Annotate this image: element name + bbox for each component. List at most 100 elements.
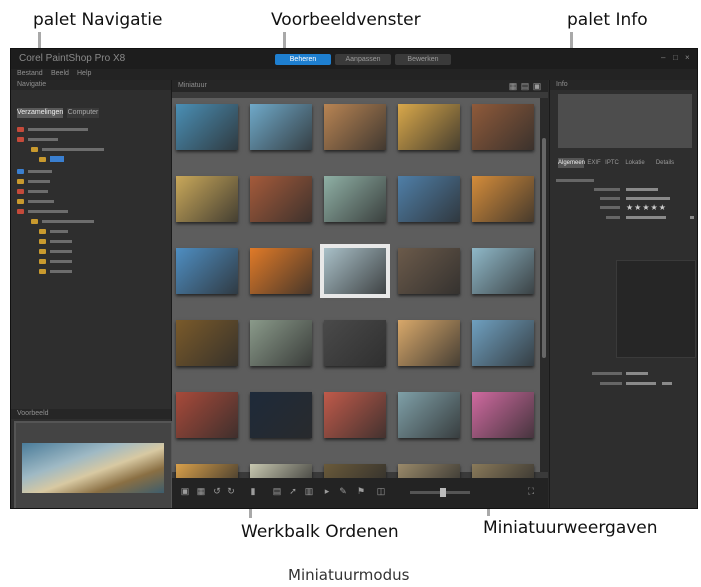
tree-item[interactable] (31, 218, 94, 226)
tree-item[interactable] (17, 126, 88, 134)
slideshow-icon[interactable]: ▸ (322, 487, 332, 496)
tree-item[interactable] (17, 198, 54, 206)
scrollbar[interactable] (540, 98, 548, 472)
tree-item[interactable] (17, 136, 58, 144)
menu-file[interactable]: Bestand (17, 70, 43, 77)
tree-item[interactable] (17, 178, 50, 186)
info-row (550, 381, 697, 387)
thumbnail[interactable] (250, 320, 312, 366)
thumbnail[interactable] (250, 392, 312, 438)
tab-collections[interactable]: Verzamelingen (17, 108, 63, 118)
thumbnail[interactable] (472, 320, 534, 366)
rating-stars[interactable]: ★★★★★ (626, 203, 667, 212)
callout-organize-toolbar: Werkbalk Ordenen (241, 522, 399, 542)
tab-manage[interactable]: Beheren (275, 54, 331, 65)
preview-window: Miniatuur ▦ ▤ ▣ ▣ ▦ ↺ ↻ ▮ ▤ ➚ ▥ ▸ ✎ ⚑ ◫ … (172, 80, 548, 508)
folder-icon (17, 136, 24, 142)
callout-navigator-palette: palet Navigatie (33, 10, 163, 30)
thumbnail[interactable] (472, 176, 534, 222)
tree-item-selected[interactable] (39, 156, 64, 164)
thumbnail[interactable] (398, 104, 460, 150)
print-icon[interactable]: ▥ (304, 487, 314, 496)
organize-toolbar: ▣ ▦ ↺ ↻ ▮ ▤ ➚ ▥ ▸ ✎ ⚑ ◫ ⛶ (172, 478, 548, 508)
folder-icon (17, 198, 24, 204)
preview-panel-header: Voorbeeld (11, 409, 171, 419)
menu-view[interactable]: Beeld (51, 70, 69, 77)
tab-computer[interactable]: Computer (67, 108, 99, 118)
info-row (550, 215, 697, 221)
thumbnail[interactable] (176, 176, 238, 222)
rotate-right-icon[interactable]: ↻ (226, 487, 236, 496)
info-caption-box[interactable] (616, 260, 696, 358)
tree-item[interactable] (39, 258, 72, 266)
maximize-icon[interactable]: □ (673, 54, 681, 62)
rotate-left-icon[interactable]: ↺ (212, 487, 222, 496)
tree-item[interactable] (17, 208, 68, 216)
delete-icon[interactable]: ▮ (248, 487, 258, 496)
tree-item[interactable] (39, 238, 72, 246)
thumbnail[interactable] (398, 248, 460, 294)
zoom-slider-knob[interactable] (440, 488, 446, 497)
compare-icon[interactable]: ◫ (376, 487, 386, 496)
info-thumbnail (558, 94, 692, 148)
list-view-icon[interactable]: ▤ (520, 82, 530, 91)
info-tab-details[interactable]: Details (652, 158, 678, 168)
select-all-icon[interactable]: ▣ (180, 487, 190, 496)
thumbnail[interactable] (176, 248, 238, 294)
zoom-slider[interactable] (410, 488, 470, 497)
tree-item[interactable] (31, 146, 104, 154)
copy-icon[interactable]: ▤ (272, 487, 282, 496)
thumbnail[interactable] (324, 392, 386, 438)
folder-icon (17, 126, 24, 132)
folder-icon (17, 208, 24, 214)
tree-item[interactable] (39, 228, 68, 236)
thumbnail[interactable] (250, 248, 312, 294)
thumbnail[interactable] (472, 248, 534, 294)
thumbnail[interactable] (176, 392, 238, 438)
preview-image (14, 421, 173, 508)
import-icon[interactable]: ▦ (196, 487, 206, 496)
info-palette: Info Algemeen EXIF IPTC Lokatie Details … (549, 80, 697, 508)
tree-item[interactable] (39, 248, 72, 256)
thumbnail[interactable] (398, 320, 460, 366)
thumbnail[interactable] (324, 176, 386, 222)
title-bar: Corel PaintShop Pro X8 Beheren Aanpassen… (11, 49, 697, 69)
details-view-icon[interactable]: ▣ (532, 82, 542, 91)
tree-item[interactable] (17, 168, 52, 176)
thumbnail[interactable] (176, 320, 238, 366)
thumbnail[interactable] (472, 104, 534, 150)
callout-info-palette: palet Info (567, 10, 648, 30)
tab-adjust[interactable]: Aanpassen (335, 54, 391, 65)
thumbnail-grid (172, 98, 540, 484)
folder-icon (17, 178, 24, 184)
info-row: ★★★★★ (550, 203, 697, 212)
thumbnail[interactable] (472, 392, 534, 438)
flag-icon[interactable]: ⚑ (356, 487, 366, 496)
tag-icon[interactable]: ✎ (338, 487, 348, 496)
info-tab-general[interactable]: Algemeen (558, 158, 585, 168)
info-tab-exif[interactable]: EXIF (586, 158, 602, 168)
thumbnail[interactable] (250, 104, 312, 150)
thumbnail[interactable] (250, 176, 312, 222)
tree-item[interactable] (17, 188, 48, 196)
share-icon[interactable]: ➚ (288, 487, 298, 496)
callout-thumbnails: Miniatuurweergaven (483, 518, 658, 538)
thumbnail[interactable] (398, 176, 460, 222)
info-tab-iptc[interactable]: IPTC (604, 158, 620, 168)
scrollbar-thumb[interactable] (542, 138, 546, 358)
tree-item[interactable] (39, 268, 72, 276)
thumbnail-selected[interactable] (320, 244, 390, 298)
thumbnail[interactable] (324, 320, 386, 366)
tab-edit[interactable]: Bewerken (395, 54, 451, 65)
fit-icon[interactable]: ⛶ (526, 487, 536, 496)
close-icon[interactable]: × (685, 54, 693, 62)
folder-icon (39, 258, 46, 264)
minimize-icon[interactable]: – (661, 54, 669, 62)
thumbnail[interactable] (176, 104, 238, 150)
thumbnail[interactable] (398, 392, 460, 438)
grid-view-icon[interactable]: ▦ (508, 82, 518, 91)
info-row (550, 371, 697, 377)
menu-help[interactable]: Help (77, 70, 91, 77)
thumbnail[interactable] (324, 104, 386, 150)
info-tab-location[interactable]: Lokatie (622, 158, 648, 168)
